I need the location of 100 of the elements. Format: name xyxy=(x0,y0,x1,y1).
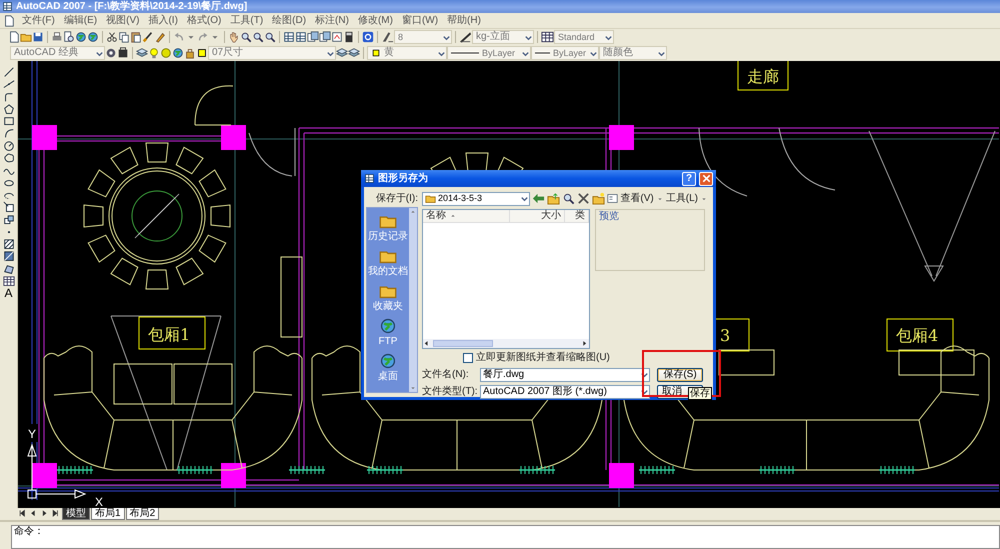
table-style-dropdown[interactable]: Standard xyxy=(554,30,614,44)
layout-tab[interactable]: 模型 xyxy=(62,508,90,520)
place-item[interactable]: 历史记录 xyxy=(368,212,408,245)
folder-dropdown[interactable]: 2014-3-5-3 xyxy=(422,192,530,206)
column-header[interactable]: 大小 xyxy=(510,210,566,222)
table-icon[interactable] xyxy=(2,275,14,288)
file-type-dropdown[interactable]: AutoCAD 2007 图形 (*.dwg) xyxy=(480,384,650,398)
menu-item[interactable]: 编辑(E) xyxy=(62,14,100,26)
globe-icon[interactable] xyxy=(75,30,87,44)
hatch-icon[interactable] xyxy=(2,238,14,250)
ruler-icon[interactable] xyxy=(459,30,472,44)
views-menu[interactable]: 查看(V) xyxy=(607,192,654,204)
table-icon[interactable] xyxy=(541,30,554,44)
menu-item[interactable]: 插入(I) xyxy=(146,14,180,26)
layout-tab[interactable]: 布局2 xyxy=(126,508,160,520)
pen-icon[interactable] xyxy=(381,30,394,44)
new-file-icon[interactable] xyxy=(8,30,20,44)
cut-icon[interactable] xyxy=(106,30,118,44)
zoom-icon[interactable] xyxy=(240,30,252,44)
copy-icon[interactable] xyxy=(118,30,130,44)
arc-icon[interactable] xyxy=(2,127,14,140)
first-page-icon[interactable] xyxy=(18,509,28,519)
menu-item[interactable]: 修改(M) xyxy=(356,14,395,26)
save-button[interactable]: 保存(S) xyxy=(657,368,703,382)
delete-icon[interactable] xyxy=(577,192,590,205)
gear-icon[interactable] xyxy=(105,46,117,60)
hand-icon[interactable] xyxy=(228,30,240,44)
menu-item[interactable]: 窗口(W) xyxy=(400,14,440,26)
last-page-icon[interactable] xyxy=(51,509,61,519)
view-icon xyxy=(607,193,618,204)
checkbox[interactable] xyxy=(463,353,473,363)
tools-menu[interactable]: 工具(L) xyxy=(656,192,708,204)
rectangle-icon[interactable] xyxy=(2,115,14,128)
layers-icon[interactable] xyxy=(336,46,348,60)
dimension-style-dropdown[interactable]: kg-立面 xyxy=(472,30,534,44)
block-icon[interactable] xyxy=(2,201,14,214)
brush-icon[interactable] xyxy=(142,30,154,44)
menu-item[interactable]: 格式(O) xyxy=(184,14,224,26)
search-icon[interactable] xyxy=(562,192,576,205)
workspace-dropdown[interactable]: AutoCAD 经典 xyxy=(10,46,105,60)
layers-icon[interactable] xyxy=(348,46,360,60)
menu-item[interactable]: 视图(V) xyxy=(104,14,142,26)
plot-style-dropdown[interactable]: 随颜色 xyxy=(599,46,667,60)
polyline-icon[interactable] xyxy=(2,90,14,103)
pen-icon[interactable] xyxy=(154,30,166,44)
layer-dropdown[interactable]: 07尺寸 xyxy=(208,46,336,60)
menu-item[interactable]: 标注(N) xyxy=(313,14,351,26)
block-icon[interactable] xyxy=(2,214,14,226)
scrollbar[interactable] xyxy=(409,208,417,392)
menu-item[interactable]: 工具(T) xyxy=(228,14,266,26)
menu-item[interactable]: 绘图(D) xyxy=(270,14,308,26)
scrollbar[interactable] xyxy=(423,339,589,348)
globe-icon[interactable] xyxy=(172,46,184,60)
zoom-icon[interactable] xyxy=(264,30,276,44)
zoom-icon[interactable] xyxy=(252,30,264,44)
text-tool-button[interactable]: A xyxy=(4,287,12,300)
menu-item[interactable]: 帮助(H) xyxy=(445,14,483,26)
gradient-icon[interactable] xyxy=(2,250,14,263)
place-item[interactable]: 桌面 xyxy=(378,352,398,385)
place-item[interactable]: FTP xyxy=(378,317,398,350)
line-icon[interactable] xyxy=(2,78,14,91)
lineweight-dropdown[interactable]: ByLayer xyxy=(531,46,599,60)
print-preview-icon[interactable] xyxy=(63,30,75,44)
back-icon[interactable] xyxy=(532,192,546,205)
scroll-thumb[interactable] xyxy=(433,340,493,347)
up-folder-icon[interactable] xyxy=(547,192,560,205)
save-icon[interactable] xyxy=(32,30,44,44)
grid-icon[interactable] xyxy=(283,30,295,44)
sun-icon[interactable] xyxy=(160,46,172,60)
layers-icon[interactable] xyxy=(136,46,148,60)
line-icon[interactable] xyxy=(2,66,14,78)
file-name-field[interactable]: 餐厅.dwg xyxy=(480,368,650,382)
linetype-dropdown[interactable]: ByLayer xyxy=(447,46,531,60)
lock-icon[interactable] xyxy=(184,46,196,60)
circle-icon[interactable] xyxy=(2,140,14,152)
help-button[interactable]: ? xyxy=(682,172,696,186)
calculator-icon[interactable] xyxy=(343,30,355,44)
sheets-icon[interactable] xyxy=(307,30,319,44)
color-dropdown[interactable]: 黄 xyxy=(367,46,447,60)
grid-icon[interactable] xyxy=(295,30,307,44)
close-button[interactable] xyxy=(699,172,713,186)
scroll-right-icon[interactable] xyxy=(581,340,589,348)
globe-icon[interactable] xyxy=(87,30,99,44)
region-icon[interactable] xyxy=(2,262,14,276)
toolbox-icon[interactable] xyxy=(117,46,129,60)
place-item[interactable]: 我的文档 xyxy=(368,247,408,280)
layout-tab[interactable]: 布局1 xyxy=(91,508,125,520)
help-icon[interactable] xyxy=(362,30,374,44)
cloud-icon[interactable] xyxy=(2,152,14,164)
new-folder-icon[interactable] xyxy=(592,192,606,205)
color-square-icon[interactable] xyxy=(196,46,208,60)
text-style-dropdown[interactable]: 8 xyxy=(394,30,452,44)
place-item[interactable]: 收藏夹 xyxy=(373,282,403,315)
sheets-icon[interactable] xyxy=(319,30,331,44)
menu-item[interactable]: 文件(F) xyxy=(20,14,57,26)
paste-icon[interactable] xyxy=(130,30,142,44)
markup-icon[interactable] xyxy=(331,30,343,44)
pentagon-icon[interactable] xyxy=(2,102,14,116)
column-header[interactable]: 类 xyxy=(565,210,589,222)
file-list[interactable]: 名称 大小 类 xyxy=(422,209,590,349)
